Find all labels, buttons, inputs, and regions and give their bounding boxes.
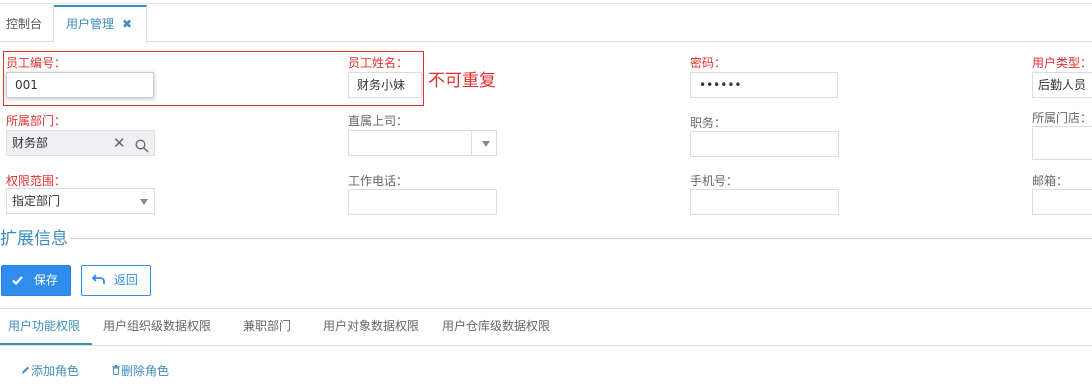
supervisor-select[interactable]: [348, 130, 497, 156]
back-button[interactable]: 返回: [81, 265, 151, 296]
trash-icon: [112, 363, 121, 379]
password-input[interactable]: ••••••: [690, 72, 838, 98]
store-input[interactable]: [1032, 126, 1092, 160]
save-label: 保存: [33, 273, 58, 287]
email-input[interactable]: [1032, 189, 1092, 215]
mobile-input[interactable]: [690, 189, 839, 215]
dept-input[interactable]: 财务部 ✕: [6, 130, 155, 156]
section-title: 扩展信息: [0, 228, 70, 250]
work-phone-input[interactable]: [348, 189, 497, 215]
chevron-down-icon: [140, 199, 148, 205]
select-divider: [471, 131, 472, 155]
scope-select[interactable]: 指定部门: [6, 188, 155, 214]
work-phone-label: 工作电话：: [348, 174, 409, 188]
position-label: 职务：: [690, 116, 727, 130]
tab-dashboard[interactable]: 控制台: [0, 5, 54, 42]
dept-label: 所属部门：: [6, 114, 67, 128]
user-type-label: 用户类型：: [1032, 56, 1092, 70]
position-input[interactable]: [690, 131, 839, 157]
user-type-value: 后勤人员: [1038, 78, 1087, 92]
close-icon[interactable]: ✖: [122, 17, 132, 31]
check-icon: [12, 266, 24, 295]
back-label: 返回: [113, 273, 138, 287]
tab-user-management[interactable]: 用户管理 ✖: [54, 5, 147, 43]
password-label: 密码：: [690, 56, 727, 70]
mobile-label: 手机号：: [690, 174, 739, 188]
email-label: 邮箱：: [1032, 174, 1069, 188]
tab-label: 控制台: [6, 17, 43, 31]
highlight-box: [3, 51, 424, 106]
subtab-bar: 用户功能权限 用户组织级数据权限 兼职部门 用户对象数据权限 用户仓库级数据权限: [0, 309, 1092, 346]
subtab-label: 用户组织级数据权限: [103, 319, 212, 333]
add-role-link[interactable]: 添加角色: [21, 363, 79, 379]
undo-icon: [91, 266, 106, 295]
top-border: [0, 0, 1092, 4]
scope-value: 指定部门: [12, 194, 61, 208]
scope-label: 权限范围：: [6, 174, 67, 188]
subtab-label: 用户仓库级数据权限: [442, 319, 551, 333]
subtab-org-data-permission[interactable]: 用户组织级数据权限: [103, 309, 211, 345]
subtab-label: 用户功能权限: [8, 319, 81, 333]
add-role-label: 添加角色: [31, 364, 80, 378]
supervisor-label: 直属上司：: [348, 114, 409, 128]
delete-role-label: 删除角色: [121, 364, 170, 378]
subtab-object-data-permission[interactable]: 用户对象数据权限: [323, 309, 419, 345]
subtab-label: 兼职部门: [243, 319, 292, 333]
subtab-label: 用户对象数据权限: [323, 319, 420, 333]
pencil-icon: [21, 363, 31, 379]
user-type-select[interactable]: 后勤人员: [1032, 72, 1092, 98]
save-button[interactable]: 保存: [1, 265, 71, 296]
tab-label: 用户管理: [66, 17, 115, 31]
dept-value: 财务部: [12, 136, 49, 150]
store-label: 所属门店：: [1032, 111, 1092, 125]
chevron-down-icon: [482, 141, 490, 147]
unique-annotation: 不可重复: [428, 71, 496, 91]
clear-icon[interactable]: ✕: [113, 131, 126, 155]
tab-bar: 控制台 用户管理 ✖: [0, 5, 1092, 43]
section-divider: [0, 238, 1092, 239]
delete-role-link[interactable]: 删除角色: [112, 363, 169, 379]
search-icon[interactable]: [135, 137, 149, 153]
subtab-part-time-dept[interactable]: 兼职部门: [243, 309, 291, 345]
subtab-function-permission[interactable]: 用户功能权限: [0, 309, 92, 345]
subtab-warehouse-data-permission[interactable]: 用户仓库级数据权限: [442, 309, 550, 345]
password-value: ••••••: [699, 78, 742, 92]
